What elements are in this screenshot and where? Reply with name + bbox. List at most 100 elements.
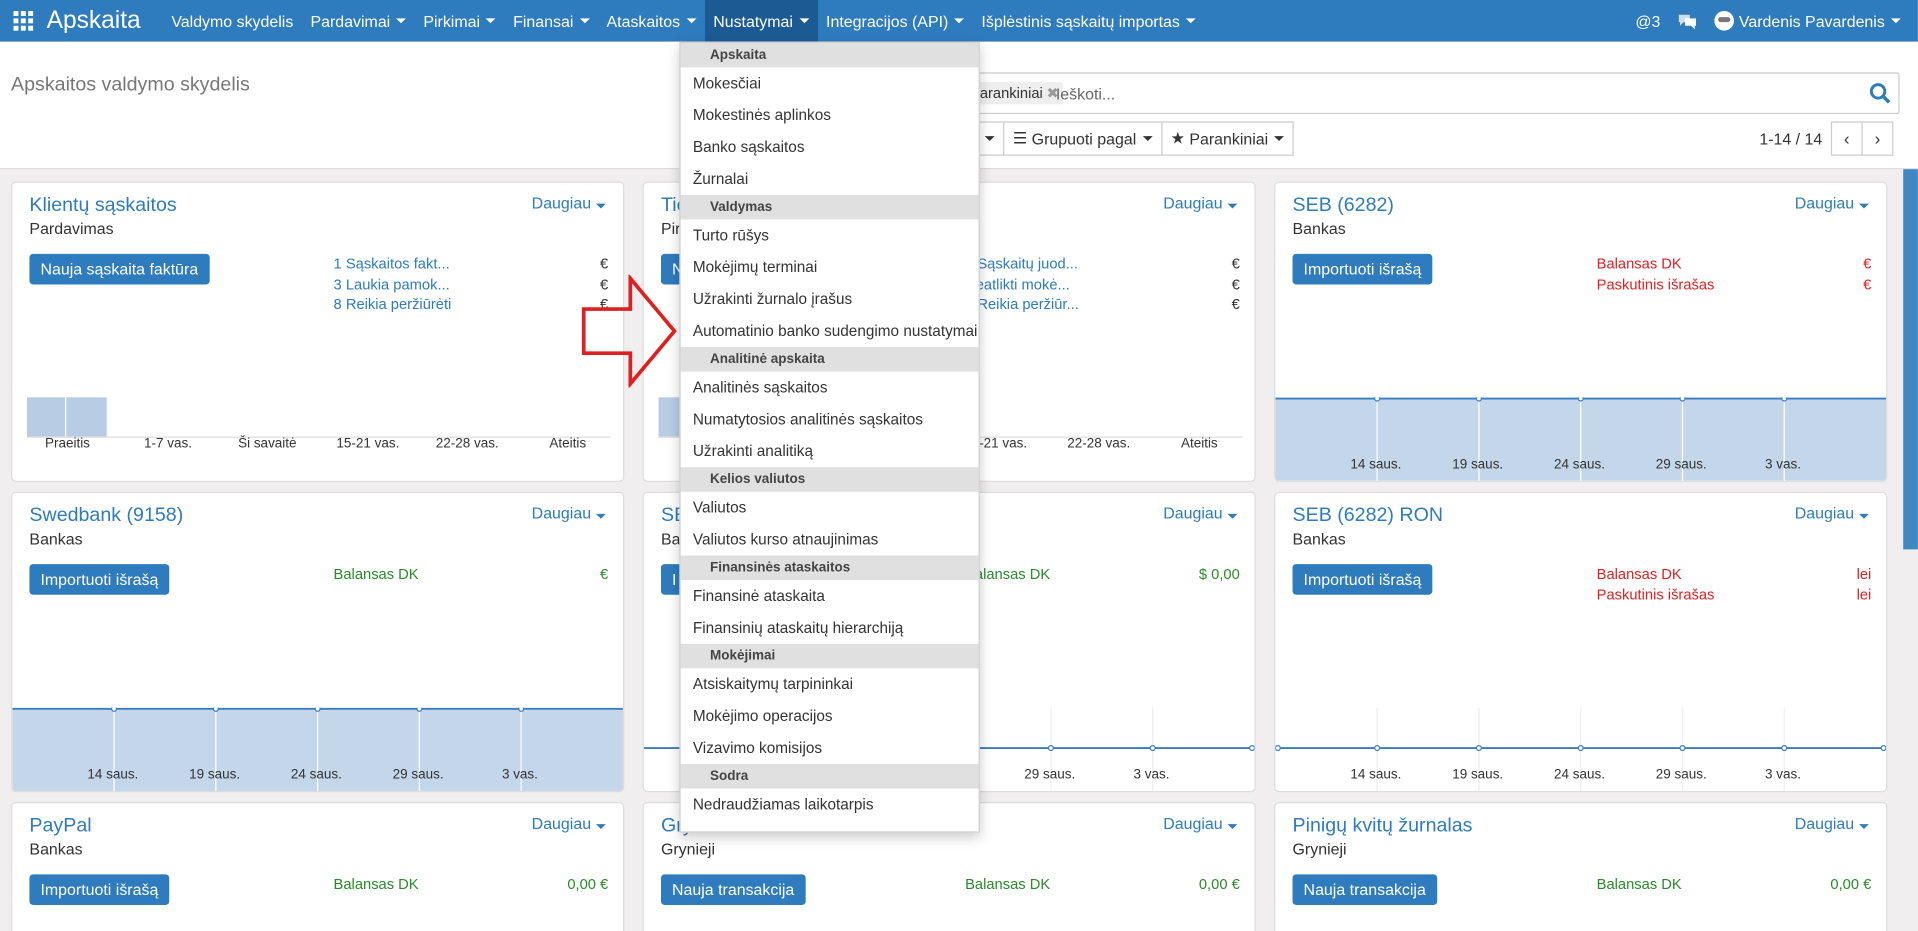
card-seb-6282-ron: SEB (6282) RON Bankas Daugiau Importuoti… <box>1274 491 1888 793</box>
caret-down-icon <box>396 18 407 24</box>
tick-label: 24 saus. <box>1553 767 1605 783</box>
nav-integracijos[interactable]: Integracijos (API) <box>817 0 972 42</box>
card-subtitle: Bankas <box>1292 219 1346 238</box>
menu-item-finansine-ataskaita[interactable]: Finansinė ataskaita <box>681 580 979 612</box>
caret-down-icon <box>1227 513 1238 519</box>
caret-down-icon <box>1227 824 1238 829</box>
tick-label: 29 saus. <box>1655 767 1707 783</box>
page-scrollbar[interactable] <box>1903 169 1918 550</box>
menu-item-turto-rusys[interactable]: Turto rūšys <box>681 220 979 252</box>
new-transaction-button[interactable]: Nauja transakcija <box>660 874 806 906</box>
tick-label: 14 saus. <box>1350 767 1402 783</box>
caret-down-icon <box>1859 513 1869 519</box>
menu-item-analitines-saskaitos[interactable]: Analitinės sąskaitos <box>681 372 979 404</box>
tick-label: 3 vas. <box>501 767 538 783</box>
avatar <box>1714 11 1734 31</box>
chat-icon[interactable] <box>1678 12 1698 30</box>
mentions-counter[interactable]: @3 <box>1635 12 1660 30</box>
brand-name[interactable]: Apskaita <box>47 7 141 35</box>
menu-item-automatinio-banko-sudengimo[interactable]: Automatinio banko sudengimo nustatymai <box>681 315 979 347</box>
menu-item-nedraudziamas-laikotarpis[interactable]: Nedraudžiamas laikotarpis <box>681 789 979 821</box>
nav-pirkimai[interactable]: Pirkimai <box>415 0 505 42</box>
menu-item-banko-saskaitos[interactable]: Banko sąskaitos <box>681 131 979 163</box>
import-statement-button[interactable]: Importuoti išrašą <box>1292 253 1433 285</box>
menu-item-vizavimo-komisijos[interactable]: Vizavimo komisijos <box>681 732 979 764</box>
caret-down-icon <box>1274 136 1285 142</box>
settings-dropdown-menu: Apskaita Mokesčiai Mokestinės aplinkos B… <box>679 41 980 833</box>
more-dropdown[interactable]: Daugiau <box>532 504 606 522</box>
card-swedbank-9158: Swedbank (9158) Bankas Daugiau Importuot… <box>11 491 625 793</box>
tick-label: 22-28 vas. <box>1067 436 1131 452</box>
group-by-button[interactable]: ☰ Grupuoti pagal <box>1003 121 1162 156</box>
pager: 1-14 / 14 ‹ › <box>1759 121 1894 156</box>
menu-item-valiutos-kurso-atnaujinimas[interactable]: Valiutos kurso atnaujinimas <box>681 524 979 556</box>
menu-header-mokejimai: Mokėjimai <box>680 643 979 669</box>
nav-valdymo-skydelis[interactable]: Valdymo skydelis <box>163 0 302 42</box>
more-dropdown[interactable]: Daugiau <box>532 194 606 212</box>
import-statement-button[interactable]: Importuoti išrašą <box>1292 564 1433 595</box>
menu-item-mokesciai[interactable]: Mokesčiai <box>681 67 979 99</box>
tick-label: 14 saus. <box>1350 457 1402 473</box>
tick-label: 3 vas. <box>1765 457 1802 473</box>
menu-item-uzrakinti-zurnalo-irasus[interactable]: Užrakinti žurnalo įrašus <box>681 283 979 315</box>
import-statement-button[interactable]: Importuoti išrašą <box>29 564 170 595</box>
card-title[interactable]: Swedbank (9158) <box>29 505 183 527</box>
menu-item-valiutos[interactable]: Valiutos <box>681 492 979 524</box>
apps-grid-icon[interactable] <box>0 0 47 42</box>
more-dropdown[interactable]: Daugiau <box>1163 194 1238 212</box>
menu-item-atsiskaitymu-tarpininkai[interactable]: Atsiskaitymų tarpininkai <box>681 668 979 700</box>
menu-header-analitine-apskaita: Analitinė apskaita <box>680 347 979 372</box>
more-dropdown[interactable]: Daugiau <box>532 814 606 833</box>
chart-bar[interactable] <box>66 397 108 437</box>
more-dropdown[interactable]: Daugiau <box>1163 814 1238 833</box>
more-dropdown[interactable]: Daugiau <box>1795 814 1869 833</box>
menu-item-mokestines-aplinkos[interactable]: Mokestinės aplinkos <box>681 99 979 131</box>
card-title[interactable]: SEB (6282) <box>1293 195 1394 217</box>
chart-bar[interactable] <box>26 397 67 437</box>
new-transaction-button[interactable]: Nauja transakcija <box>1292 874 1437 906</box>
card-title[interactable]: Pinigų kvitų žurnalas <box>1293 815 1473 837</box>
menu-header-kelios-valiutos: Kelios valiutos <box>680 467 979 492</box>
tick-label: Ši savaitė <box>238 436 297 452</box>
menu-item-numatytosios-analitines[interactable]: Numatytosios analitinės sąskaitos <box>681 403 979 435</box>
tick-label: Praeitis <box>44 436 90 452</box>
tick-label: 19 saus. <box>1452 767 1504 783</box>
tick-label: 29 saus. <box>1024 767 1076 783</box>
import-statement-button[interactable]: Importuoti išrašą <box>29 874 170 906</box>
chart-baseline <box>26 436 611 438</box>
tick-label: 3 vas. <box>1765 767 1802 783</box>
menu-item-uzrakinti-analitika[interactable]: Užrakinti analitiką <box>681 435 979 467</box>
card-title[interactable]: SEB (6282) RON <box>1293 505 1443 527</box>
user-menu[interactable]: Vardenis Pavardenis <box>1714 11 1901 31</box>
chevron-right-icon[interactable]: › <box>1861 121 1894 156</box>
menu-item-mokejimu-terminai[interactable]: Mokėjimų terminai <box>681 251 979 283</box>
tick-label: 29 saus. <box>392 767 444 783</box>
tick-label: 19 saus. <box>189 767 241 783</box>
nav-ataskaitos[interactable]: Ataskaitos <box>598 0 705 42</box>
more-dropdown[interactable]: Daugiau <box>1795 504 1869 522</box>
menu-item-finansiniu-ataskaitu-hierarchija[interactable]: Finansinių ataskaitų hierarchiją <box>681 612 979 644</box>
search-icon[interactable] <box>1869 82 1891 104</box>
more-dropdown[interactable]: Daugiau <box>1795 194 1869 212</box>
caret-down-icon <box>1186 18 1196 24</box>
caret-down-icon <box>595 513 606 519</box>
tick-label: 29 saus. <box>1655 457 1707 473</box>
search-bar[interactable]: Parankiniai ✖ Ieškoti... <box>958 72 1900 115</box>
menu-item-mokejimo-operacijos[interactable]: Mokėjimo operacijos <box>681 700 979 732</box>
new-invoice-button[interactable]: Nauja sąskaita faktūra <box>29 253 210 285</box>
chevron-left-icon[interactable]: ‹ <box>1830 121 1863 156</box>
search-input[interactable]: Ieškoti... <box>1056 85 1115 103</box>
card-title[interactable]: Klientų sąskaitos <box>29 195 176 217</box>
favorites-button[interactable]: ★ Parankiniai <box>1160 121 1294 156</box>
nav-pardavimai[interactable]: Pardavimai <box>302 0 415 42</box>
nav-nustatymai[interactable]: Nustatymai <box>704 0 818 42</box>
caret-down-icon <box>1227 203 1238 209</box>
nav-finansai[interactable]: Finansai <box>505 0 598 42</box>
card-title[interactable]: PayPal <box>29 815 91 837</box>
search-facet[interactable]: Parankiniai ✖ <box>965 82 1064 105</box>
tick-label: 24 saus. <box>290 767 342 783</box>
nav-israsu-importas[interactable]: Išplėstinis sąskaitų importas <box>973 0 1205 42</box>
menu-item-zurnalai[interactable]: Žurnalai <box>681 163 979 195</box>
tick-label: Ateitis <box>549 436 587 452</box>
more-dropdown[interactable]: Daugiau <box>1163 504 1238 522</box>
